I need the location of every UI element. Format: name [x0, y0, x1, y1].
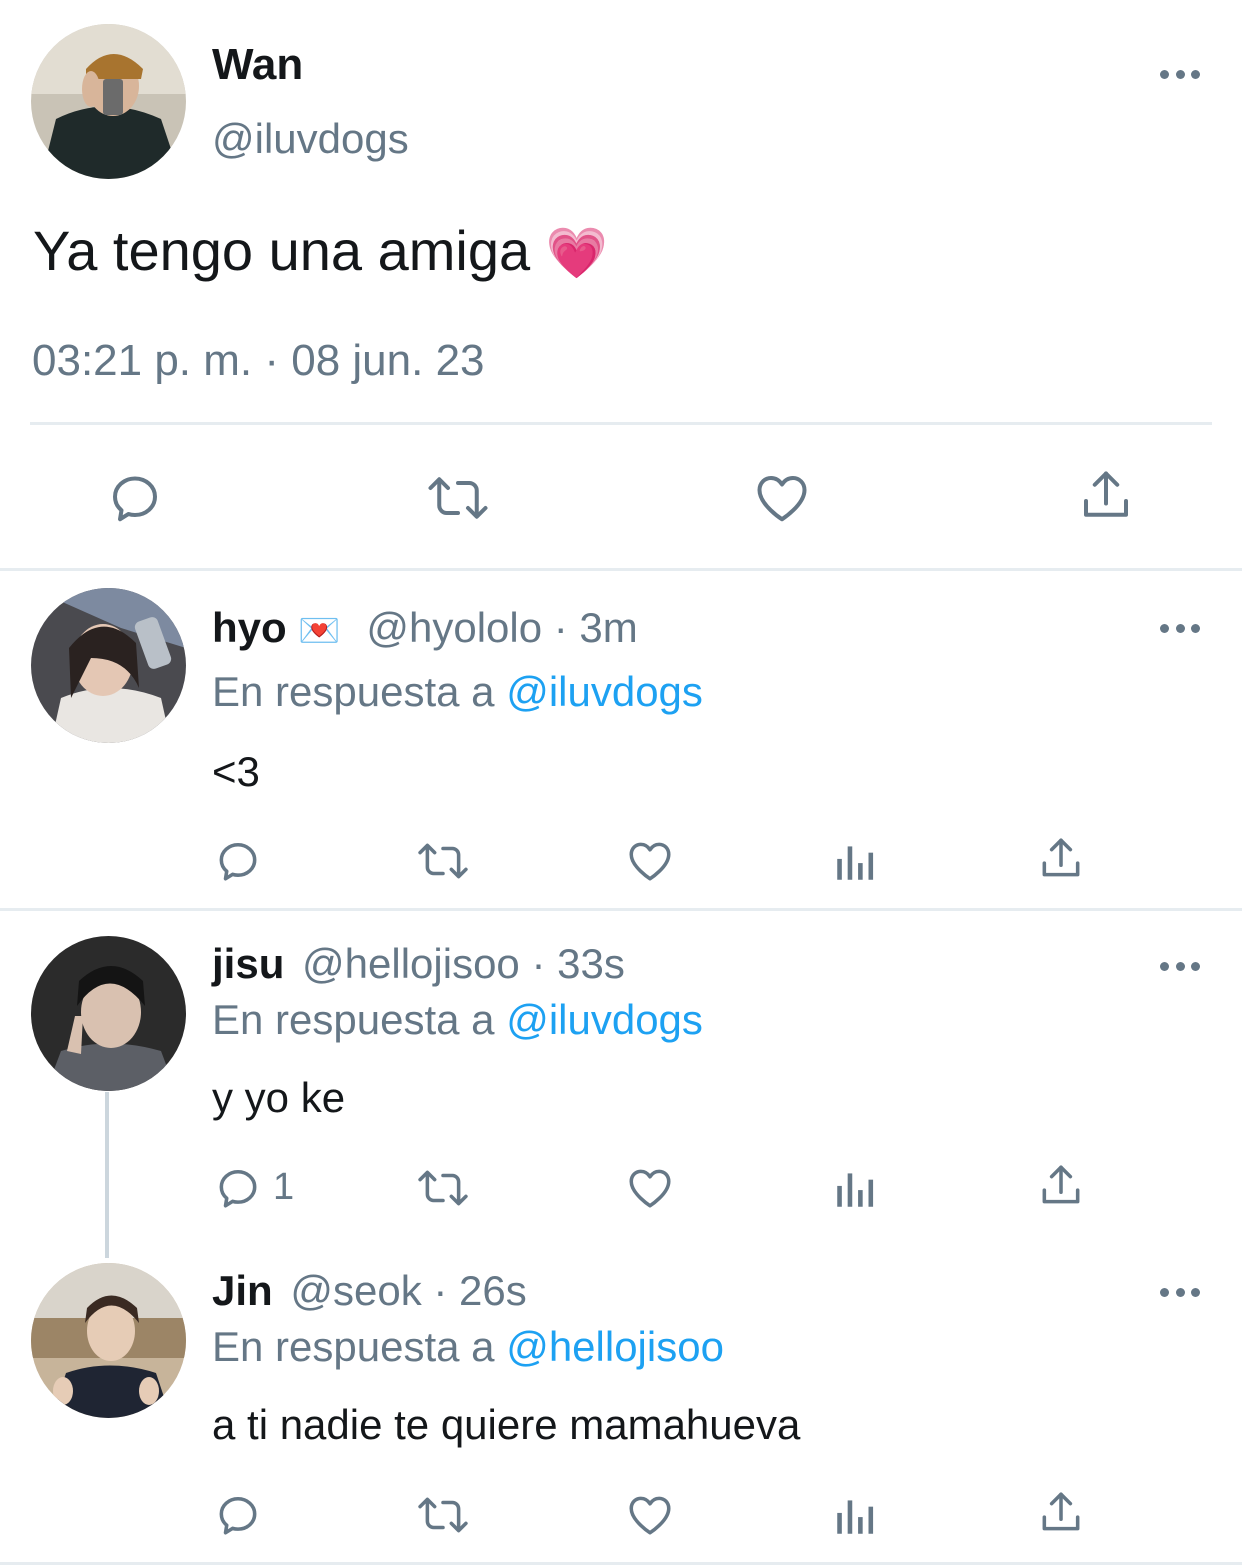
share-icon[interactable]: [1036, 1161, 1086, 1211]
reply-icon[interactable]: [213, 1490, 263, 1540]
reply-author-name[interactable]: jisu: [212, 940, 284, 987]
retweet-icon[interactable]: [415, 836, 471, 886]
reply-text: a ti nadie te quiere mamahueva: [212, 1401, 801, 1448]
avatar-wan[interactable]: [31, 24, 186, 179]
share-icon[interactable]: [1036, 834, 1086, 884]
like-icon[interactable]: [625, 836, 675, 886]
replying-to-mention[interactable]: @iluvdogs: [506, 668, 703, 715]
main-author-handle[interactable]: @iluvdogs: [212, 115, 409, 163]
more-icon[interactable]: [1160, 618, 1200, 638]
avatar-jin[interactable]: [31, 1263, 186, 1418]
replying-to: En respuesta a @hellojisoo: [212, 1323, 724, 1371]
reply-author-meta[interactable]: @hellojisoo · 33s: [302, 940, 625, 987]
retweet-icon[interactable]: [424, 468, 492, 528]
more-icon[interactable]: [1160, 1282, 1200, 1302]
like-icon[interactable]: [625, 1490, 675, 1540]
reply-text: y yo ke: [212, 1074, 346, 1121]
reply-count: 1: [273, 1166, 295, 1208]
section-divider: [0, 908, 1242, 911]
analytics-icon[interactable]: [833, 1163, 879, 1213]
like-icon[interactable]: [752, 468, 812, 528]
more-icon[interactable]: [1160, 64, 1200, 84]
reply-text: <3: [212, 748, 260, 795]
reply-icon[interactable]: [105, 468, 165, 528]
like-icon[interactable]: [625, 1163, 675, 1213]
thread-line: [105, 1092, 109, 1258]
avatar-hyo[interactable]: [31, 588, 186, 743]
section-divider: [0, 1562, 1242, 1565]
reply-icon[interactable]: [213, 1163, 263, 1213]
main-tweet-text: Ya tengo una amiga 💗: [33, 218, 608, 283]
share-icon[interactable]: [1036, 1488, 1086, 1538]
reply-header: jisu @hellojisoo · 33s: [212, 940, 625, 988]
avatar-jisu[interactable]: [31, 936, 186, 1091]
replying-to: En respuesta a @iluvdogs: [212, 668, 703, 716]
main-tweet-timestamp[interactable]: 03:21 p. m. · 08 jun. 23: [32, 336, 485, 386]
envelope-emoji: 💌: [298, 612, 341, 650]
main-author-name[interactable]: Wan: [212, 40, 303, 90]
section-divider: [0, 568, 1242, 571]
replying-to-label: En respuesta a: [212, 668, 495, 715]
reply-icon[interactable]: [213, 836, 263, 886]
more-icon[interactable]: [1160, 956, 1200, 976]
retweet-icon[interactable]: [415, 1163, 471, 1213]
reply-author-meta[interactable]: @hyololo · 3m: [366, 604, 637, 651]
analytics-icon[interactable]: [833, 836, 879, 886]
replying-to-mention[interactable]: @iluvdogs: [506, 996, 703, 1043]
retweet-icon[interactable]: [415, 1490, 471, 1540]
share-icon[interactable]: [1076, 466, 1136, 526]
reply-header: hyo 💌 @hyololo · 3m: [212, 604, 638, 652]
main-divider: [30, 422, 1212, 425]
reply-header: Jin @seok · 26s: [212, 1267, 527, 1315]
replying-to-mention[interactable]: @hellojisoo: [506, 1323, 724, 1370]
main-tweet-text-body: Ya tengo una amiga: [33, 219, 531, 282]
replying-to-label: En respuesta a: [212, 996, 495, 1043]
reply-author-name[interactable]: hyo: [212, 604, 287, 651]
heart-emoji: 💗: [545, 225, 608, 281]
reply-author-name[interactable]: Jin: [212, 1267, 273, 1314]
replying-to: En respuesta a @iluvdogs: [212, 996, 703, 1044]
analytics-icon[interactable]: [833, 1490, 879, 1540]
replying-to-label: En respuesta a: [212, 1323, 495, 1370]
reply-author-meta[interactable]: @seok · 26s: [290, 1267, 526, 1314]
